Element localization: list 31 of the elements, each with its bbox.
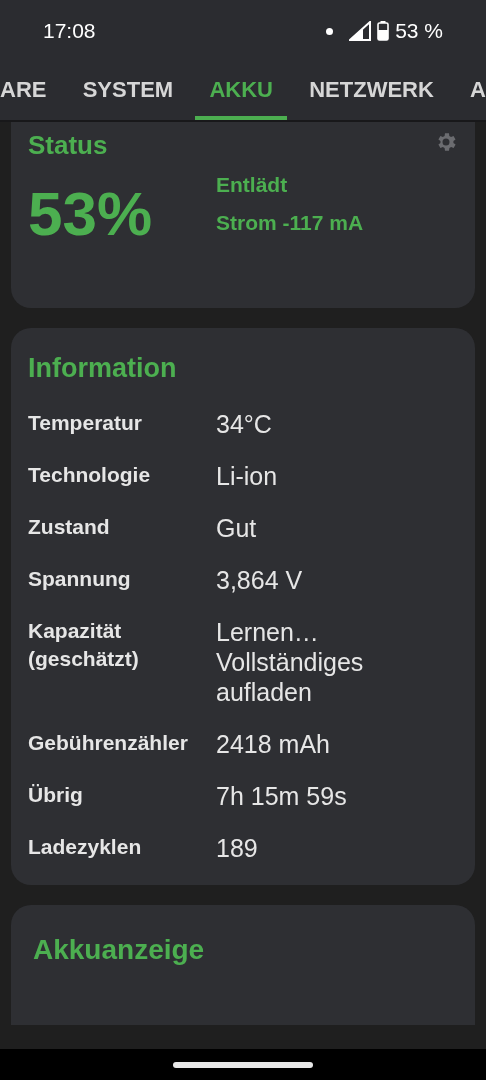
info-value: 7h 15m 59s (216, 780, 348, 811)
charge-state: Entlädt (216, 172, 289, 198)
info-value: Gut (216, 512, 258, 543)
clock: 17:08 (43, 18, 96, 45)
tab[interactable]: NETZWERK (295, 62, 448, 120)
info-label: Kapazität (geschätzt) (28, 617, 140, 672)
info-value: 2418 mAh (216, 728, 331, 759)
info-value: 34°C (216, 408, 273, 439)
info-label: Übrig (28, 781, 84, 808)
info-label: Zustand (28, 513, 111, 540)
signal-icon (349, 21, 372, 41)
info-label: Temperatur (28, 409, 143, 436)
home-indicator[interactable] (173, 1061, 313, 1068)
info-label: Ladezyklen (28, 833, 143, 860)
tab[interactable]: ARE (0, 62, 61, 120)
battery-icon (377, 21, 390, 41)
tab[interactable]: SYSTEM (68, 62, 188, 120)
current-reading: Strom -117 mA (216, 209, 364, 236)
battery-percentage: 53 % (395, 18, 443, 45)
info-label: Gebührenzähler (28, 729, 189, 756)
card-title: Akkuanzeige (33, 933, 205, 965)
tab[interactable]: A (456, 62, 486, 120)
info-value: 3,864 V (216, 564, 304, 595)
info-value: Lernen… Vollständiges aufladen (216, 616, 365, 707)
info-label: Technologie (28, 461, 152, 488)
card-title: Information (28, 352, 178, 385)
battery-level-value: 53% (28, 183, 154, 245)
info-label: Spannung (28, 565, 132, 592)
info-value: 189 (216, 832, 259, 863)
info-value: Li-ion (216, 460, 279, 491)
card-title: Status (28, 129, 108, 162)
